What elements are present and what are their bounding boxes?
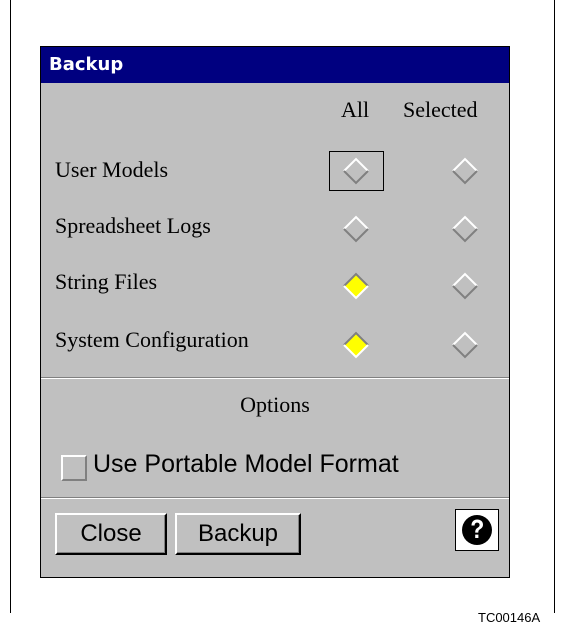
figure-caption: TC00146A	[478, 610, 541, 625]
backup-button[interactable]: Backup	[175, 513, 301, 555]
separator-bottom	[41, 497, 509, 499]
radio-string-files-selected[interactable]	[449, 270, 481, 302]
help-button[interactable]	[455, 509, 499, 551]
row-label-system-configuration: System Configuration	[55, 327, 249, 352]
column-header-selected: Selected	[403, 97, 478, 122]
radio-diamond-icon	[343, 157, 369, 185]
radio-diamond-selected-icon	[343, 331, 369, 359]
radio-spreadsheet-logs-all[interactable]	[340, 213, 372, 245]
row-label-string-files: String Files	[55, 269, 158, 294]
radio-diamond-icon	[452, 215, 478, 243]
row-label-user-models: User Models	[55, 157, 169, 182]
portable-format-label: Use Portable Model Format	[93, 450, 399, 478]
radio-system-configuration-selected[interactable]	[449, 329, 481, 361]
radio-diamond-icon	[343, 215, 369, 243]
radio-user-models-selected[interactable]	[449, 155, 481, 187]
separator-top	[41, 377, 509, 379]
dialog-title: Backup	[41, 47, 509, 83]
radio-diamond-icon	[452, 331, 478, 359]
radio-diamond-icon	[452, 272, 478, 300]
column-header-all: All	[341, 97, 370, 122]
radio-system-configuration-all[interactable]	[340, 329, 372, 361]
radio-spreadsheet-logs-selected[interactable]	[449, 213, 481, 245]
radio-string-files-all[interactable]	[340, 270, 372, 302]
radio-diamond-icon	[452, 157, 478, 185]
portable-format-checkbox[interactable]	[61, 455, 87, 481]
radio-diamond-selected-icon	[343, 272, 369, 300]
backup-dialog: Backup All Selected User Models Spreadsh…	[40, 46, 510, 578]
close-button[interactable]: Close	[55, 513, 167, 555]
frame-left-line	[10, 0, 11, 613]
row-label-spreadsheet-logs: Spreadsheet Logs	[55, 213, 211, 238]
question-circle-icon	[462, 515, 492, 545]
frame-right-line	[554, 0, 555, 613]
radio-user-models-all[interactable]	[340, 155, 372, 187]
options-title: Options	[240, 392, 310, 417]
